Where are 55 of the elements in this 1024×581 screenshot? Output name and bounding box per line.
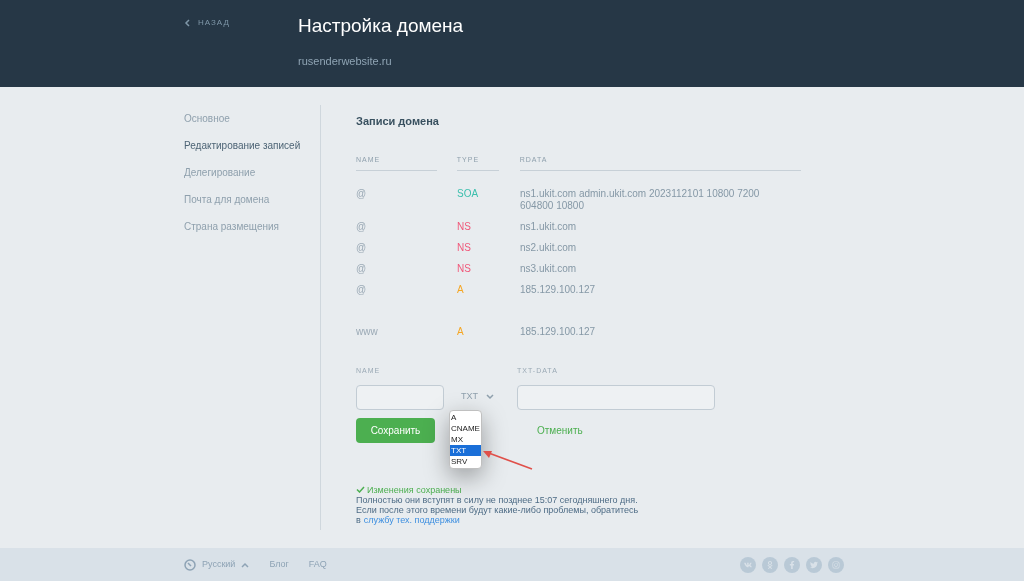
table-cell-text: ns1.ukit.com (520, 221, 578, 233)
table-cell-text: ns1.ukit.com admin.ukit.com 2023112101 10800 7200 604800 10800 (520, 188, 761, 212)
table-cell-text: www (356, 326, 379, 338)
type-select[interactable]: TXT (461, 390, 517, 404)
table-cell-text: @ (356, 221, 368, 233)
dropdown-option[interactable]: TXT (450, 445, 481, 457)
footer-link[interactable]: Блог (269, 557, 289, 572)
notice-text: в (356, 514, 361, 525)
section-title: Записи домена (356, 114, 440, 129)
chevron-up-icon (241, 561, 250, 568)
language-selector[interactable]: Русский (184, 557, 250, 572)
record-type: NS (457, 221, 472, 233)
dropdown-option[interactable]: CNAME (450, 423, 481, 435)
back-link[interactable]: НАЗАД (184, 17, 298, 29)
vk-icon[interactable] (740, 556, 756, 573)
record-type: A (457, 326, 465, 338)
save-button[interactable]: Сохранить (356, 417, 435, 443)
page-title: Настройка домена (298, 14, 464, 38)
pointer-arrow (482, 448, 534, 471)
dropdown-option[interactable]: SRV (450, 456, 481, 468)
sidebar-item[interactable]: Почта для домена (184, 192, 320, 207)
chevron-left-icon (184, 19, 190, 27)
facebook-icon[interactable] (784, 556, 800, 573)
support-link[interactable]: службу тех. поддержки (363, 514, 460, 525)
dropdown-option[interactable]: MX (450, 434, 481, 446)
table-cell-text: 185.129.100.127 (520, 326, 597, 338)
table-cell-text: @ (356, 188, 368, 201)
dropdown-option[interactable]: A (450, 412, 481, 424)
sidebar-item[interactable]: Страна размещения (184, 219, 320, 234)
sidebar-item[interactable]: Делегирование (184, 165, 320, 180)
checkmark-icon (356, 486, 365, 493)
table-cell-text: ns3.ukit.com (520, 263, 578, 275)
chevron-down-icon (486, 394, 494, 400)
table-cell-text: @ (356, 263, 368, 275)
notice-text: Полностью они вступят в силу не позднее 15:07 сегодняшнего дня. (356, 494, 639, 505)
record-type: SOA (457, 188, 480, 201)
domain-name: rusenderwebsite.ru (298, 53, 393, 69)
sidebar-item[interactable]: Редактирование записей (184, 138, 320, 153)
record-type: A (457, 284, 465, 296)
status-message: Изменения сохранены (367, 484, 462, 495)
cancel-link[interactable]: Отменить (537, 422, 583, 438)
table-cell-text: @ (356, 284, 368, 296)
table-cell-text: @ (356, 242, 368, 254)
table-cell-text: 185.129.100.127 (520, 284, 597, 296)
twitter-icon[interactable] (806, 556, 822, 573)
record-type: NS (457, 263, 472, 275)
notice-text: Если после этого времени будут какие-либо проблемы, обратитесь (356, 504, 640, 515)
footer-link[interactable]: FAQ (308, 557, 327, 572)
instagram-icon[interactable] (828, 556, 844, 573)
txt-data-input[interactable] (517, 384, 715, 410)
ok-icon[interactable] (762, 556, 778, 573)
table-cell-text: ns2.ukit.com (520, 242, 578, 254)
sidebar-item[interactable]: Основное (184, 111, 320, 126)
name-input[interactable] (356, 384, 444, 410)
record-type: NS (457, 242, 472, 254)
